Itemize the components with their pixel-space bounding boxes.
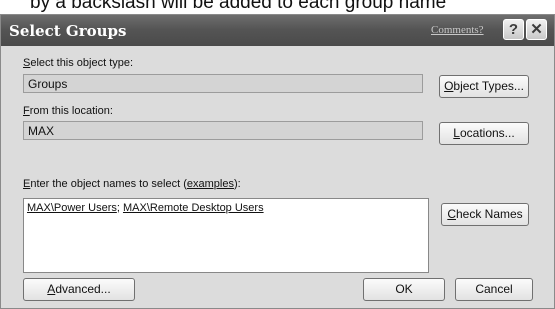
object-type-label: Select this object type:: [23, 57, 134, 69]
object-name-entry: MAX\Remote Desktop Users: [122, 202, 264, 214]
object-names-input[interactable]: MAX\Power Users; MAX\Remote Desktop User…: [23, 198, 429, 273]
close-button[interactable]: ✕: [526, 19, 547, 40]
examples-link[interactable]: examples: [187, 178, 234, 190]
ok-button[interactable]: OK: [363, 278, 445, 301]
object-type-field: Groups: [23, 74, 423, 93]
cancel-button[interactable]: Cancel: [455, 278, 533, 301]
location-value: MAX: [28, 124, 55, 138]
help-icon: ?: [508, 21, 519, 38]
object-type-value: Groups: [28, 77, 68, 91]
locations-button[interactable]: Locations...: [439, 122, 529, 145]
comments-link[interactable]: Comments?: [431, 24, 484, 36]
check-names-button[interactable]: Check Names: [441, 203, 529, 226]
advanced-button[interactable]: Advanced...: [23, 278, 135, 301]
help-button[interactable]: ?: [503, 19, 524, 40]
object-name-entry: MAX\Power Users: [27, 202, 117, 214]
object-names-label: Enter the object names to select (exampl…: [23, 178, 241, 190]
title-bar: Select Groups Comments? ? ✕: [1, 15, 554, 46]
location-field: MAX: [23, 121, 423, 140]
close-icon: ✕: [530, 21, 543, 38]
caption-text: by a backslash will be added to each gro…: [30, 0, 447, 13]
dialog-title: Select Groups: [9, 22, 127, 40]
location-label: From this location:: [23, 105, 113, 117]
select-groups-dialog: Select Groups Comments? ? ✕ Select this …: [0, 14, 555, 309]
object-types-button[interactable]: Object Types...: [439, 75, 529, 98]
